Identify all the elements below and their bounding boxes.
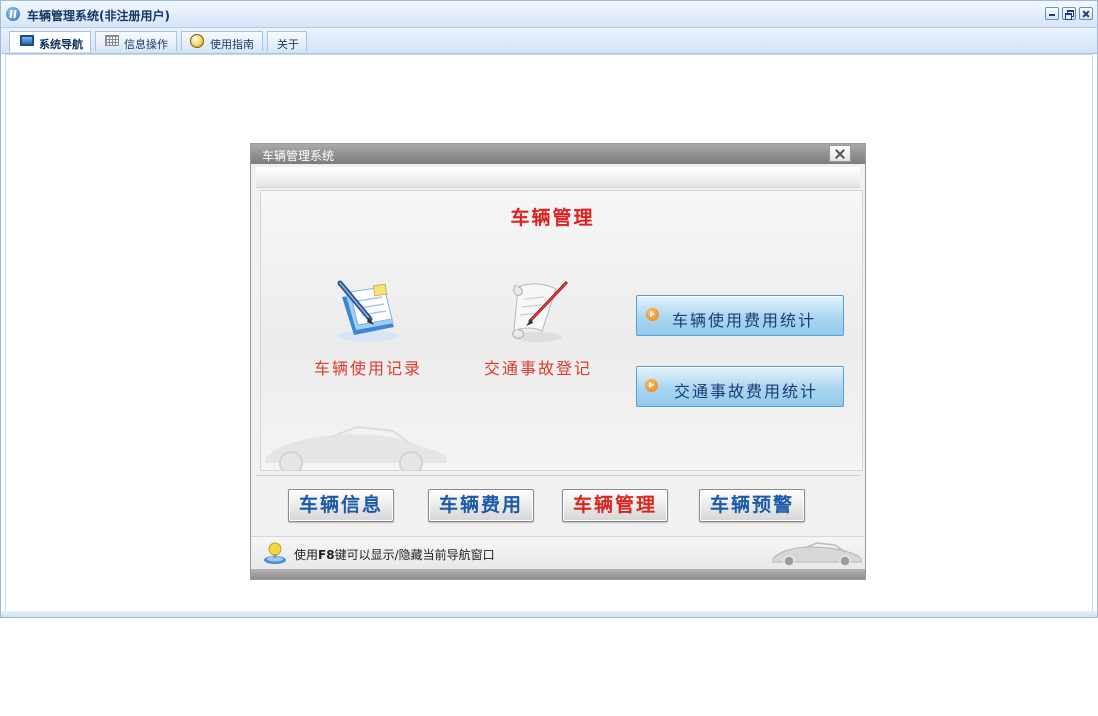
grid-icon — [105, 35, 119, 46]
tab-label: 信息操作 — [124, 38, 168, 51]
feature-label: 交通事故登记 — [483, 359, 592, 378]
tab-label: 使用指南 — [210, 38, 254, 51]
help-guide-icon — [190, 34, 204, 48]
navigation-window-icon — [20, 35, 34, 46]
vehicle-usage-cost-stats-button[interactable]: 车辆使用费用统计 — [636, 295, 844, 336]
button-label: 交通事故费用统计 — [674, 382, 819, 401]
window-controls — [1045, 7, 1093, 20]
feature-label: 车辆使用记录 — [313, 359, 422, 378]
close-button[interactable] — [1079, 7, 1093, 20]
tab-label: 关于 — [277, 38, 299, 51]
app-title: 车辆管理系统(非注册用户) — [27, 9, 170, 23]
dialog-title-bar: 车辆管理系统 — [251, 144, 865, 164]
car-icon — [772, 542, 862, 567]
minimize-button[interactable] — [1045, 7, 1059, 20]
dialog-footer: 使用F8键可以显示/隐藏当前导航窗口 — [251, 536, 865, 569]
dialog-title: 车辆管理系统 — [262, 149, 335, 163]
dialog-bottom-bar — [251, 569, 865, 579]
button-label: 车辆使用费用统计 — [672, 311, 817, 330]
dialog-main-panel: 车辆管理 车辆使用记录 交通事故登记 车辆使用费用统计 交通事故费用统计 — [260, 190, 863, 471]
tab-info-operation[interactable]: 信息操作 — [95, 31, 177, 51]
status-bar — [1, 611, 1097, 617]
navigation-dialog: 车辆管理系统 车辆管理 车辆使用记录 交通事故登记 车辆使用费用统计 交通事故费… — [251, 144, 865, 579]
document-pen-icon — [334, 279, 404, 343]
vehicle-info-button[interactable]: 车辆信息 — [288, 489, 394, 522]
dialog-header-band — [256, 167, 860, 188]
hint-text: 使用F8键可以显示/隐藏当前导航窗口 — [294, 548, 495, 562]
tab-system-navigation[interactable]: 系统导航 — [9, 31, 91, 52]
car-watermark-icon — [265, 425, 447, 470]
app-logo-icon — [6, 7, 20, 21]
scroll-quill-icon — [504, 279, 574, 343]
lightbulb-hint-icon — [264, 542, 286, 564]
tab-label: 系统导航 — [39, 38, 83, 51]
tab-about[interactable]: 关于 — [267, 31, 307, 51]
dialog-close-button[interactable] — [829, 145, 851, 162]
arrow-right-icon — [645, 379, 658, 392]
accident-cost-stats-button[interactable]: 交通事故费用统计 — [636, 366, 844, 407]
tab-user-guide[interactable]: 使用指南 — [181, 31, 263, 51]
title-bar: 车辆管理系统(非注册用户) — [1, 1, 1097, 28]
vehicle-cost-button[interactable]: 车辆费用 — [428, 489, 534, 522]
restore-button[interactable] — [1062, 7, 1076, 20]
arrow-right-icon — [646, 308, 659, 321]
dialog-divider — [256, 475, 860, 476]
panel-heading: 车辆管理 — [510, 207, 595, 229]
vehicle-management-button[interactable]: 车辆管理 — [562, 489, 668, 522]
tab-bar: 系统导航 信息操作 使用指南 关于 — [1, 28, 1097, 54]
vehicle-warning-button[interactable]: 车辆预警 — [699, 489, 805, 522]
